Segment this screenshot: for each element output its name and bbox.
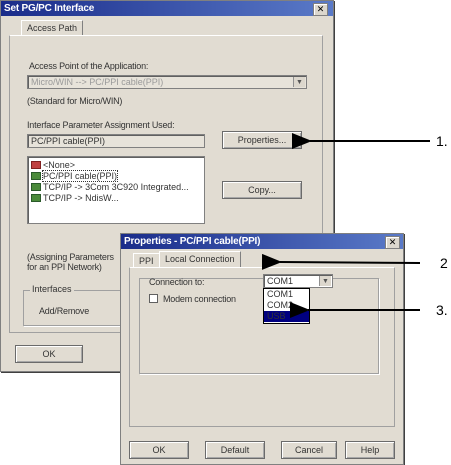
- network-icon: [31, 183, 41, 191]
- tab-local-connection[interactable]: Local Connection: [159, 251, 241, 268]
- list-item[interactable]: TCP/IP -> NdisW...: [31, 193, 119, 204]
- assign-note-line1: (Assigning Parameters: [27, 252, 114, 262]
- callout-3: 3.: [436, 302, 448, 318]
- list-item[interactable]: <None>: [31, 160, 75, 171]
- connection-value: COM1: [267, 276, 294, 286]
- cable-icon: [31, 172, 41, 180]
- dialog-title: Set PG/PC Interface: [1, 1, 333, 16]
- modem-label: Modem connection: [163, 294, 236, 304]
- connection-group: [139, 278, 379, 374]
- ok-button[interactable]: OK: [15, 345, 83, 363]
- dropdown-option-com2[interactable]: COM2: [264, 300, 309, 311]
- interface-list[interactable]: <None> PC/PPI cable(PPI) TCP/IP -> 3Com …: [27, 156, 205, 224]
- interface-param-label: Interface Parameter Assignment Used:: [27, 120, 175, 130]
- properties-dialog: Properties - PC/PPI cable(PPI) ✕ PPI Loc…: [120, 233, 404, 465]
- tab-ppi[interactable]: PPI: [133, 253, 160, 268]
- cancel-button[interactable]: Cancel: [281, 441, 337, 459]
- dropdown-option-com1[interactable]: COM1: [264, 289, 309, 300]
- list-item[interactable]: PC/PPI cable(PPI): [31, 170, 119, 182]
- callout-2: 2: [440, 255, 448, 271]
- list-item[interactable]: TCP/IP -> 3Com 3C920 Integrated...: [31, 182, 189, 193]
- assign-note-line2: for an PPI Network): [27, 262, 102, 272]
- ok-button[interactable]: OK: [129, 441, 189, 459]
- callout-1: 1.: [436, 133, 448, 149]
- chevron-down-icon[interactable]: ▼: [319, 276, 331, 286]
- modem-checkbox[interactable]: [149, 294, 158, 303]
- red-cross-icon: [31, 161, 41, 169]
- access-point-select[interactable]: Micro/WIN --> PC/PPI cable(PPI) ▼: [27, 75, 307, 89]
- tab-access-path[interactable]: Access Path: [21, 20, 84, 36]
- access-point-label: Access Point of the Application:: [29, 61, 149, 71]
- connection-select[interactable]: COM1 ▼: [263, 274, 333, 288]
- access-point-note: (Standard for Micro/WIN): [27, 96, 123, 106]
- add-remove-label[interactable]: Add/Remove: [39, 306, 89, 316]
- interface-param-field: PC/PPI cable(PPI): [27, 134, 205, 148]
- copy-button[interactable]: Copy...: [222, 181, 302, 199]
- dropdown-option-usb[interactable]: USB: [264, 311, 309, 322]
- help-button[interactable]: Help: [345, 441, 395, 459]
- network-icon: [31, 194, 41, 202]
- close-button[interactable]: ✕: [385, 236, 400, 249]
- properties-button[interactable]: Properties...: [222, 131, 302, 149]
- connection-to-label: Connection to:: [149, 277, 205, 287]
- access-point-value: Micro/WIN --> PC/PPI cable(PPI): [31, 77, 164, 87]
- chevron-down-icon[interactable]: ▼: [293, 77, 305, 87]
- connection-dropdown-list[interactable]: COM1 COM2 USB: [263, 288, 310, 324]
- interfaces-group-label: Interfaces: [30, 284, 74, 294]
- default-button[interactable]: Default: [205, 441, 265, 459]
- properties-title: Properties - PC/PPI cable(PPI): [121, 234, 403, 249]
- close-button[interactable]: ✕: [313, 3, 328, 16]
